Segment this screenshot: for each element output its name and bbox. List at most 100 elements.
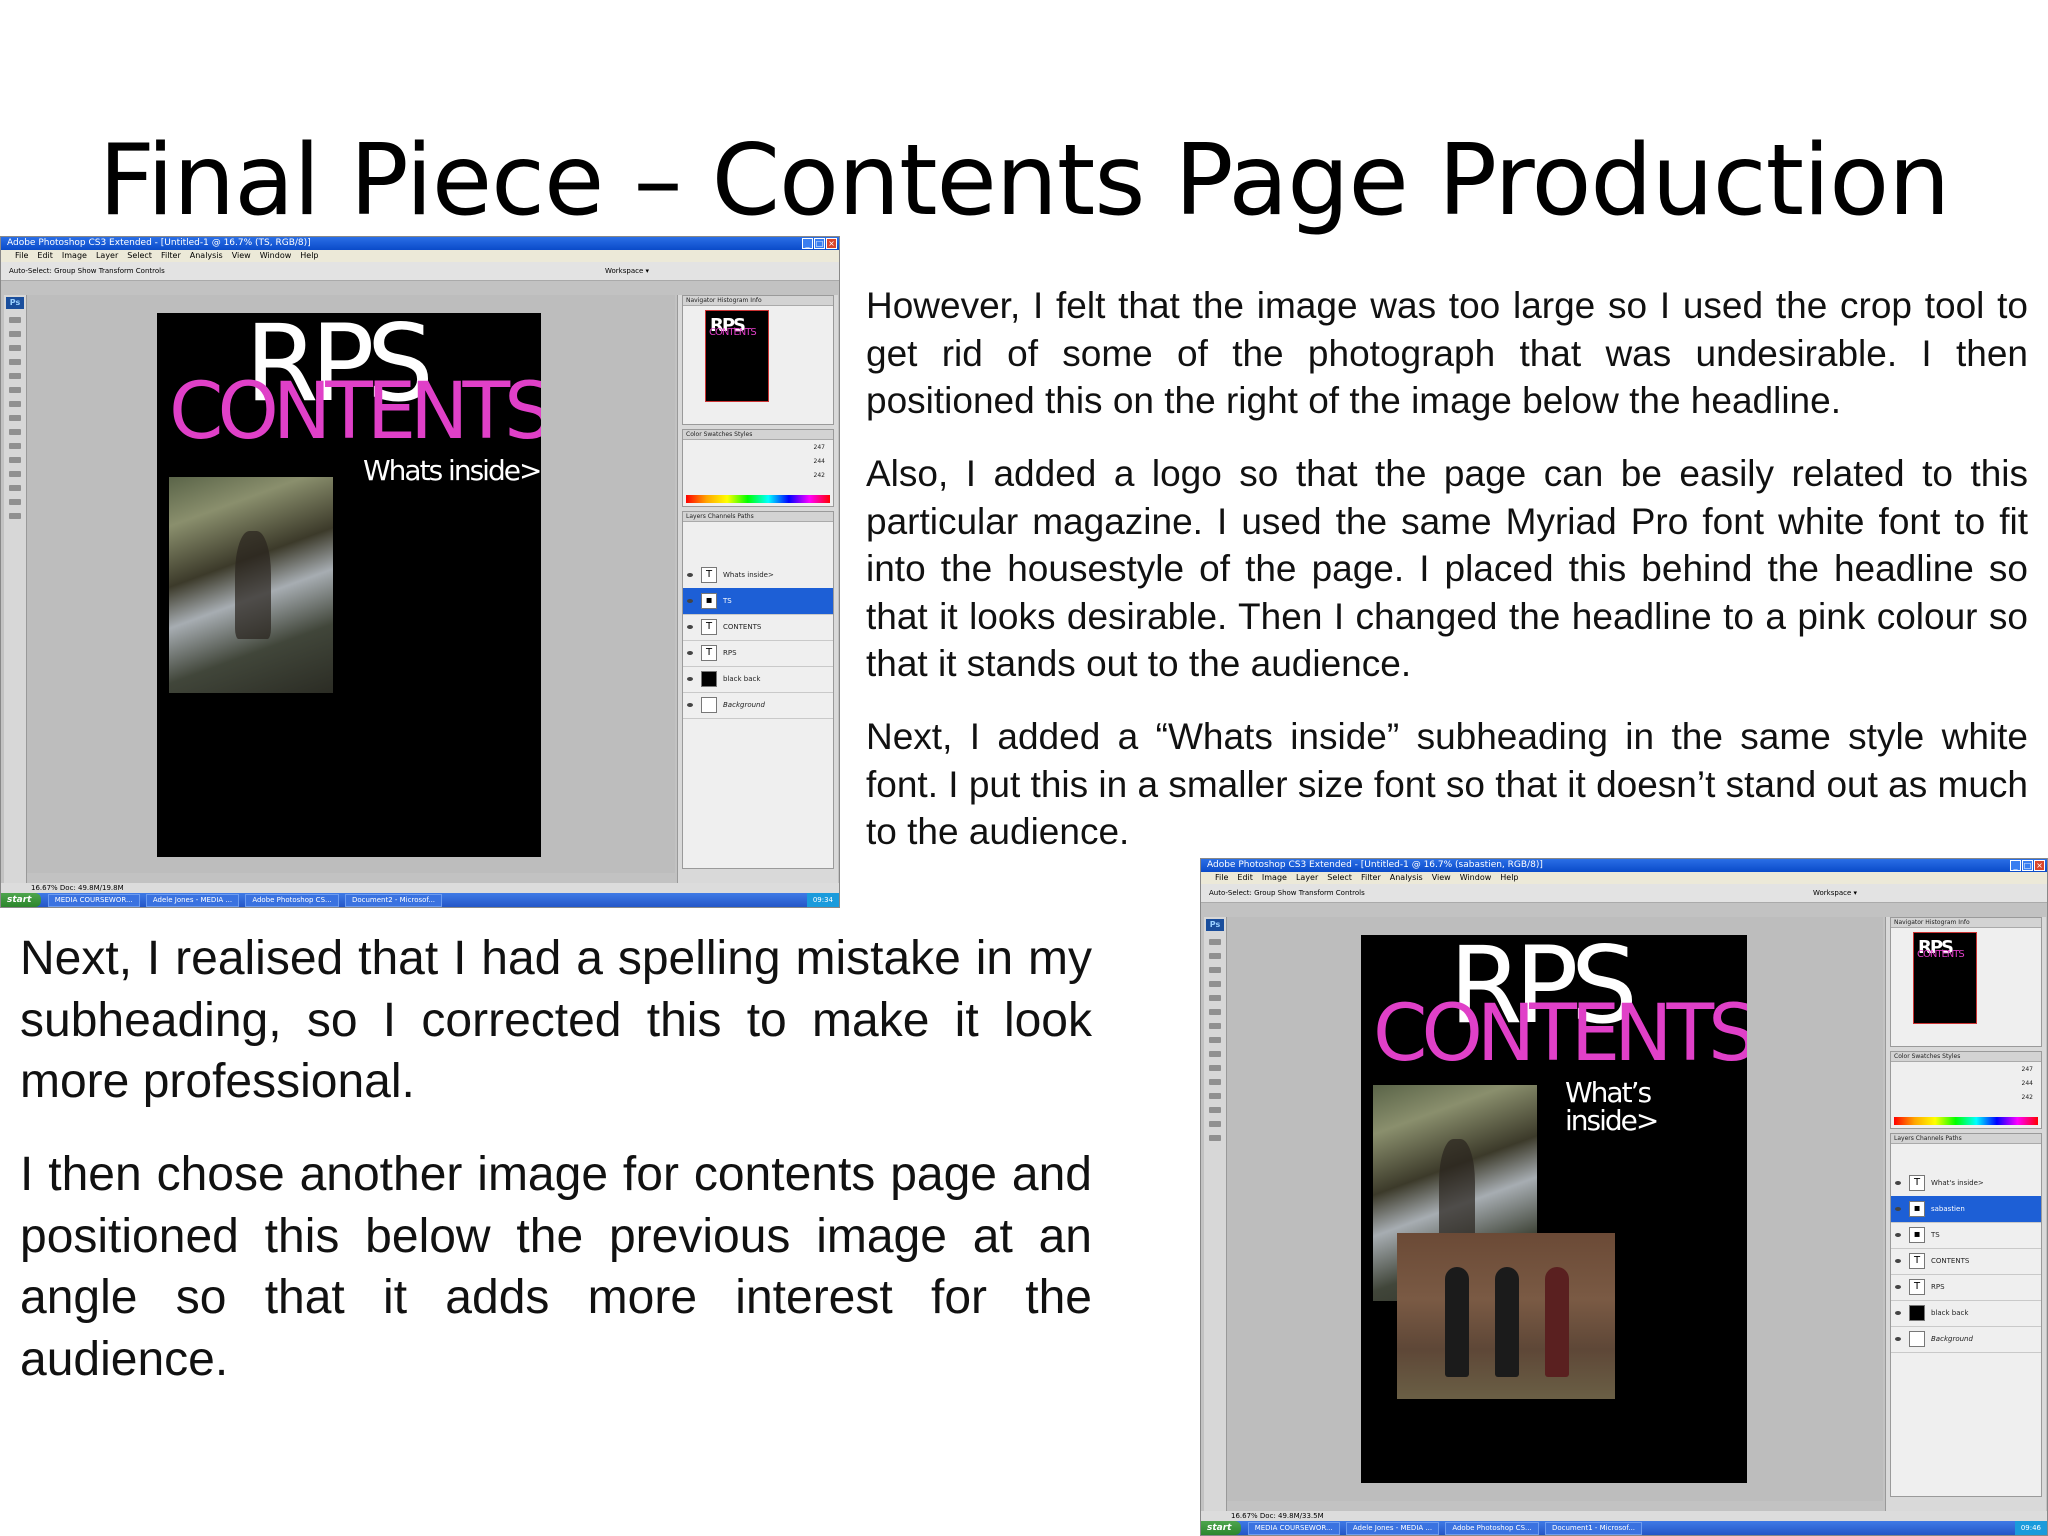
layer-row-selected[interactable]: ▪ TS xyxy=(683,588,833,615)
pen-tool-icon[interactable] xyxy=(9,443,21,449)
taskbar-item[interactable]: Document1 - Microsof... xyxy=(1544,1522,1643,1535)
workspace-button[interactable]: Workspace ▾ xyxy=(605,262,649,280)
color-r-value[interactable]: 247 xyxy=(2022,1066,2033,1073)
options-text[interactable]: Auto-Select: Group Show Transform Contro… xyxy=(1209,889,1365,897)
options-text[interactable]: Auto-Select: Group Show Transform Contro… xyxy=(9,267,165,275)
menu-view[interactable]: View xyxy=(232,250,251,262)
pen-tool-icon[interactable] xyxy=(1209,1065,1221,1071)
crop-tool-icon[interactable] xyxy=(1209,981,1221,987)
gradient-tool-icon[interactable] xyxy=(1209,1037,1221,1043)
path-tool-icon[interactable] xyxy=(1209,1093,1221,1099)
close-icon[interactable]: × xyxy=(826,238,837,249)
move-tool-icon[interactable] xyxy=(9,317,21,323)
menu-file[interactable]: File xyxy=(15,250,28,262)
layer-row[interactable]: ▪ TS xyxy=(1891,1222,2041,1249)
layers-tabs[interactable]: Layers Channels Paths xyxy=(1891,1134,2041,1144)
lasso-tool-icon[interactable] xyxy=(9,345,21,351)
eye-icon[interactable] xyxy=(1895,1337,1901,1341)
color-b-value[interactable]: 242 xyxy=(2022,1094,2033,1101)
path-tool-icon[interactable] xyxy=(9,471,21,477)
start-button[interactable]: start xyxy=(1201,1521,1242,1535)
color-tabs[interactable]: Color Swatches Styles xyxy=(683,430,833,440)
taskbar-item[interactable]: Adele Jones - MEDIA ... xyxy=(1345,1522,1440,1535)
hand-tool-icon[interactable] xyxy=(9,499,21,505)
color-b-value[interactable]: 242 xyxy=(814,472,825,479)
menu-analysis[interactable]: Analysis xyxy=(190,250,223,262)
color-r-value[interactable]: 247 xyxy=(814,444,825,451)
minimize-icon[interactable]: _ xyxy=(802,238,813,249)
zoom-tool-icon[interactable] xyxy=(1209,1135,1221,1141)
eye-icon[interactable] xyxy=(687,599,693,603)
menu-help[interactable]: Help xyxy=(1500,872,1518,884)
eye-icon[interactable] xyxy=(1895,1285,1901,1289)
eye-icon[interactable] xyxy=(687,703,693,707)
layer-row[interactable]: black back xyxy=(1891,1300,2041,1327)
type-tool-icon[interactable] xyxy=(9,457,21,463)
color-g-value[interactable]: 244 xyxy=(2022,1080,2033,1087)
eye-icon[interactable] xyxy=(687,677,693,681)
close-icon[interactable]: × xyxy=(2034,860,2045,871)
layers-tabs[interactable]: Layers Channels Paths xyxy=(683,512,833,522)
brush-tool-icon[interactable] xyxy=(9,373,21,379)
eye-icon[interactable] xyxy=(687,651,693,655)
shape-tool-icon[interactable] xyxy=(9,485,21,491)
dodge-tool-icon[interactable] xyxy=(1209,1051,1221,1057)
menu-layer[interactable]: Layer xyxy=(96,250,118,262)
brush-tool-icon[interactable] xyxy=(1209,995,1221,1001)
gradient-tool-icon[interactable] xyxy=(9,415,21,421)
eraser-tool-icon[interactable] xyxy=(9,401,21,407)
navigator-thumbnail[interactable]: RPS CONTENTS xyxy=(1913,932,1977,1024)
taskbar-item[interactable]: Document2 - Microsof... xyxy=(344,894,443,907)
start-button[interactable]: start xyxy=(1,893,42,907)
marquee-tool-icon[interactable] xyxy=(9,331,21,337)
crop-tool-icon[interactable] xyxy=(9,359,21,365)
eye-icon[interactable] xyxy=(687,573,693,577)
menu-file[interactable]: File xyxy=(1215,872,1228,884)
taskbar-item[interactable]: Adobe Photoshop CS... xyxy=(245,894,339,907)
menu-filter[interactable]: Filter xyxy=(161,250,181,262)
layer-row[interactable]: Background xyxy=(683,692,833,719)
layer-row[interactable]: T CONTENTS xyxy=(683,614,833,641)
marquee-tool-icon[interactable] xyxy=(1209,953,1221,959)
workspace-button[interactable]: Workspace ▾ xyxy=(1813,884,1857,902)
navigator-thumbnail[interactable]: RPS CONTENTS xyxy=(705,310,769,402)
navigator-tabs[interactable]: Navigator Histogram Info xyxy=(683,296,833,306)
hand-tool-icon[interactable] xyxy=(1209,1121,1221,1127)
layer-row[interactable]: T RPS xyxy=(1891,1274,2041,1301)
menu-image[interactable]: Image xyxy=(1262,872,1287,884)
dodge-tool-icon[interactable] xyxy=(9,429,21,435)
eye-icon[interactable] xyxy=(687,625,693,629)
stamp-tool-icon[interactable] xyxy=(9,387,21,393)
color-spectrum[interactable] xyxy=(686,495,830,503)
shape-tool-icon[interactable] xyxy=(1209,1107,1221,1113)
color-spectrum[interactable] xyxy=(1894,1117,2038,1125)
eye-icon[interactable] xyxy=(1895,1233,1901,1237)
stamp-tool-icon[interactable] xyxy=(1209,1009,1221,1015)
eye-icon[interactable] xyxy=(1895,1181,1901,1185)
maximize-icon[interactable]: □ xyxy=(814,238,825,249)
document-page[interactable]: RPS CONTENTS What’s inside> xyxy=(1361,935,1747,1483)
zoom-tool-icon[interactable] xyxy=(9,513,21,519)
maximize-icon[interactable]: □ xyxy=(2022,860,2033,871)
menu-analysis[interactable]: Analysis xyxy=(1390,872,1423,884)
menu-edit[interactable]: Edit xyxy=(37,250,53,262)
minimize-icon[interactable]: _ xyxy=(2010,860,2021,871)
taskbar-item[interactable]: MEDIA COURSEWOR... xyxy=(47,894,140,907)
eye-icon[interactable] xyxy=(1895,1259,1901,1263)
lasso-tool-icon[interactable] xyxy=(1209,967,1221,973)
color-g-value[interactable]: 244 xyxy=(814,458,825,465)
menu-select[interactable]: Select xyxy=(1327,872,1352,884)
layer-row[interactable]: black back xyxy=(683,666,833,693)
eye-icon[interactable] xyxy=(1895,1311,1901,1315)
layer-row[interactable]: T RPS xyxy=(683,640,833,667)
eye-icon[interactable] xyxy=(1895,1207,1901,1211)
taskbar-item[interactable]: MEDIA COURSEWOR... xyxy=(1247,1522,1340,1535)
taskbar-item[interactable]: Adele Jones - MEDIA ... xyxy=(145,894,240,907)
menu-layer[interactable]: Layer xyxy=(1296,872,1318,884)
layer-row[interactable]: T CONTENTS xyxy=(1891,1248,2041,1275)
menu-select[interactable]: Select xyxy=(127,250,152,262)
move-tool-icon[interactable] xyxy=(1209,939,1221,945)
color-tabs[interactable]: Color Swatches Styles xyxy=(1891,1052,2041,1062)
document-page[interactable]: RPS CONTENTS Whats inside> xyxy=(157,313,541,857)
eraser-tool-icon[interactable] xyxy=(1209,1023,1221,1029)
